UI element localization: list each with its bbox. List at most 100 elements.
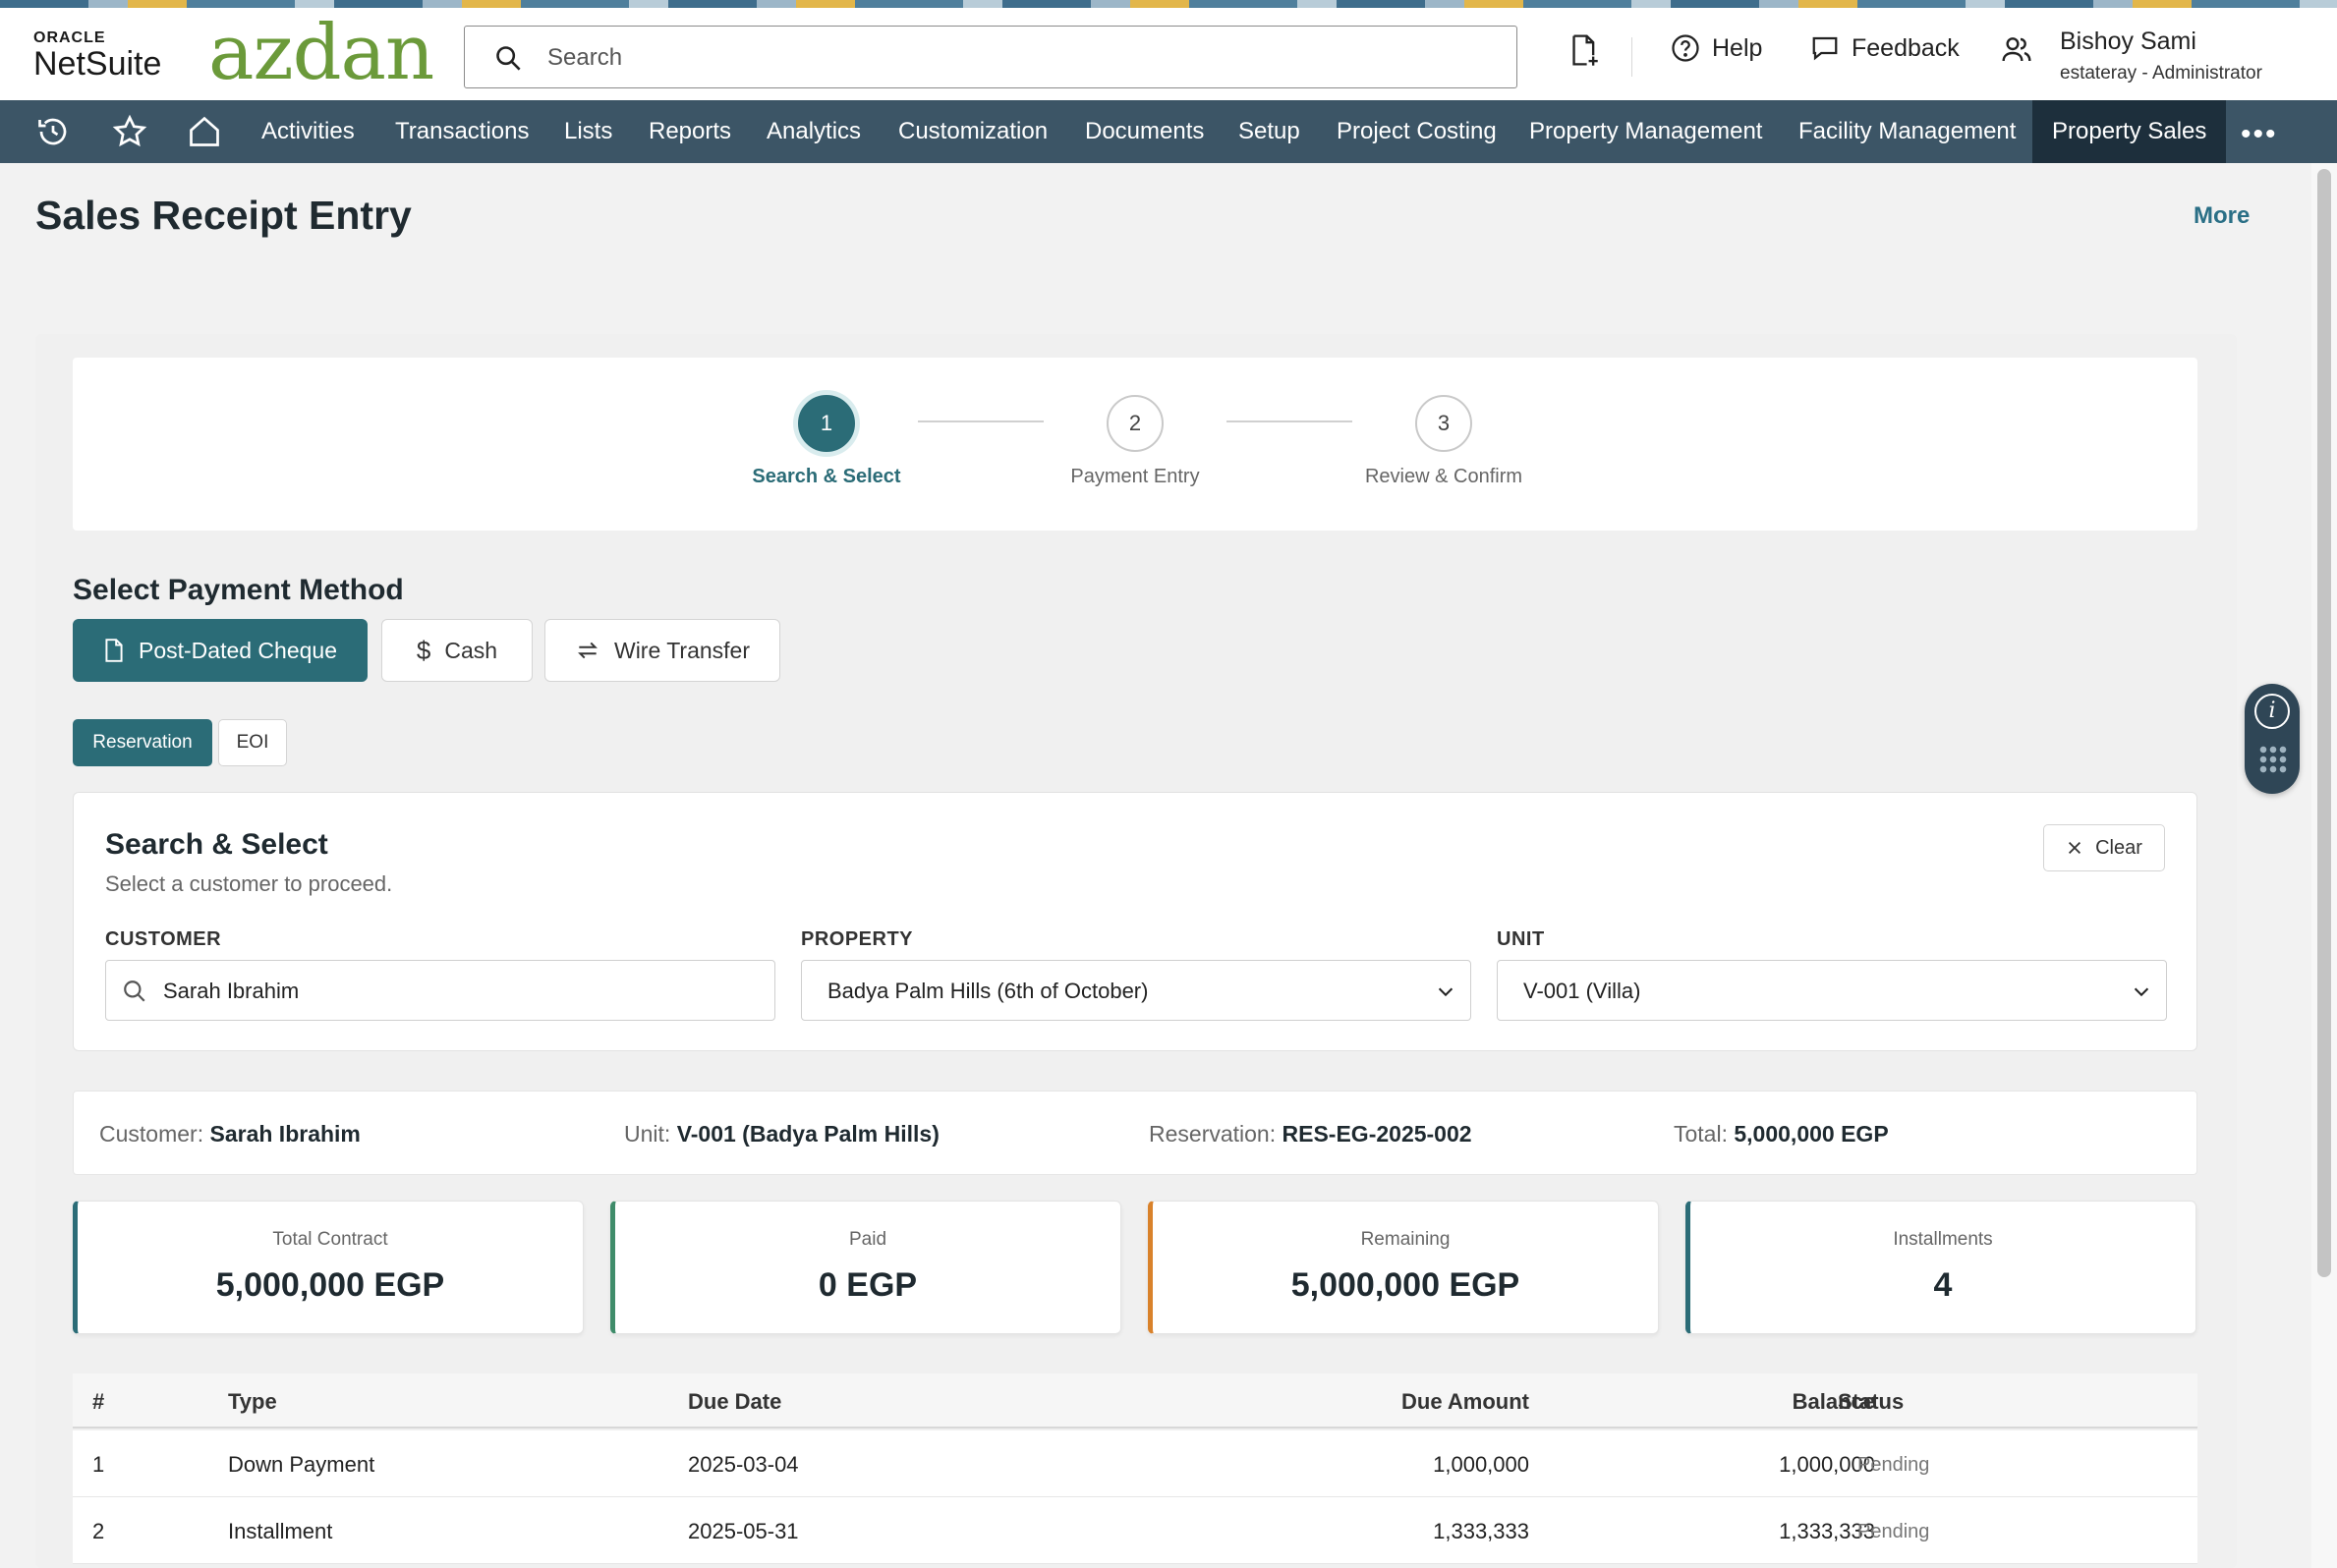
nav-setup[interactable]: Setup	[1234, 100, 1304, 163]
cell-due-date: 2025-05-31	[688, 1519, 799, 1543]
search-card-subtitle: Select a customer to proceed.	[105, 871, 393, 896]
page-title: Sales Receipt Entry	[35, 193, 412, 238]
scrollbar-thumb[interactable]	[2317, 169, 2331, 1277]
nav-more-menu[interactable]: •••	[2241, 118, 2278, 151]
main-navigation: Activities Transactions Lists Reports An…	[0, 100, 2337, 163]
step-3-indicator[interactable]: 3	[1415, 395, 1472, 452]
help-widget[interactable]: i	[2245, 684, 2300, 794]
user-name[interactable]: Bishoy Sami	[2060, 28, 2196, 56]
top-accent-stripe	[0, 0, 2337, 8]
cell-number: 2	[92, 1519, 105, 1543]
wire-transfer-button[interactable]: Wire Transfer	[544, 619, 780, 682]
reservation-summary-bar: Customer: Sarah Ibrahim Unit: V-001 (Bad…	[73, 1091, 2197, 1175]
feedback-label: Feedback	[1852, 33, 1960, 62]
nav-documents[interactable]: Documents	[1081, 100, 1208, 163]
chevron-down-icon	[2134, 987, 2149, 997]
stat-label: Installments	[1893, 1229, 1993, 1250]
nav-lists[interactable]: Lists	[560, 100, 616, 163]
status-badge: Pending	[1857, 1454, 1930, 1476]
summary-customer-key: Customer:	[99, 1121, 204, 1147]
customer-field-value: Sarah Ibrahim	[163, 979, 300, 1003]
global-header: ORACLE NetSuite azdan Search Help Feedba…	[0, 8, 2337, 100]
cell-due-amount: 1,000,000	[1433, 1452, 1529, 1477]
page-scrollbar[interactable]	[2311, 163, 2337, 1568]
stat-label: Remaining	[1360, 1229, 1451, 1250]
step-1-indicator[interactable]: 1	[798, 395, 855, 452]
nav-property-sales[interactable]: Property Sales	[2032, 100, 2227, 163]
step-connector	[918, 420, 1044, 422]
property-select-value: Badya Palm Hills (6th of October)	[827, 979, 1149, 1003]
tab-eoi[interactable]: EOI	[218, 719, 287, 766]
nav-property-management[interactable]: Property Management	[1525, 100, 1766, 163]
wire-transfer-label: Wire Transfer	[613, 637, 751, 663]
unit-select[interactable]: V-001 (Villa)	[1497, 960, 2167, 1021]
stat-card-remaining: Remaining 5,000,000 EGP	[1148, 1201, 1659, 1334]
home-icon[interactable]	[187, 114, 222, 149]
customer-search-field[interactable]: Sarah Ibrahim	[105, 960, 775, 1021]
user-role[interactable]: estateray - Administrator	[2060, 63, 2262, 84]
summary-reservation-key: Reservation:	[1149, 1121, 1277, 1147]
global-search-input[interactable]: Search	[464, 26, 1517, 88]
post-dated-cheque-button[interactable]: Post-Dated Cheque	[73, 619, 368, 682]
nav-analytics[interactable]: Analytics	[763, 100, 865, 163]
chevron-down-icon	[1438, 987, 1454, 997]
search-placeholder: Search	[547, 44, 623, 71]
nav-project-costing[interactable]: Project Costing	[1333, 100, 1501, 163]
nav-activities[interactable]: Activities	[257, 100, 359, 163]
drag-handle-icon[interactable]	[2258, 745, 2288, 774]
payment-method-heading: Select Payment Method	[73, 574, 404, 606]
stat-label: Total Contract	[272, 1229, 388, 1250]
cell-due-date: 2025-03-04	[688, 1452, 799, 1477]
transfer-arrows-icon	[578, 642, 598, 659]
cell-type: Installment	[228, 1519, 333, 1543]
column-header-number: #	[92, 1389, 105, 1414]
nav-facility-management[interactable]: Facility Management	[1795, 100, 2020, 163]
help-label: Help	[1712, 33, 1763, 62]
clear-button[interactable]: Clear	[2043, 824, 2165, 871]
table-row[interactable]: 2 Installment 2025-05-31 1,333,333 1,333…	[73, 1497, 2197, 1564]
feedback-icon	[1812, 36, 1838, 61]
table-header: # Type Due Date Due Amount Balance Statu…	[73, 1373, 2197, 1428]
company-logo[interactable]: azdan	[208, 14, 434, 92]
document-icon	[105, 639, 123, 662]
summary-unit: Unit: V-001 (Badya Palm Hills)	[624, 1121, 940, 1148]
stat-card-installments: Installments 4	[1685, 1201, 2196, 1334]
step-2-indicator[interactable]: 2	[1107, 395, 1164, 452]
favorites-star-icon[interactable]	[112, 114, 147, 149]
cash-button[interactable]: $ Cash	[381, 619, 533, 682]
property-field-label: PROPERTY	[801, 928, 914, 950]
cell-due-amount: 1,333,333	[1433, 1519, 1529, 1543]
stat-card-total-contract: Total Contract 5,000,000 EGP	[73, 1201, 584, 1334]
info-icon[interactable]: i	[2254, 694, 2290, 729]
recent-history-icon[interactable]	[35, 114, 71, 149]
step-2-label: Payment Entry	[1070, 466, 1200, 487]
customer-field-label: CUSTOMER	[105, 928, 222, 950]
help-button[interactable]: Help	[1671, 33, 1762, 63]
stat-value: 4	[1933, 1266, 1953, 1304]
tab-reservation[interactable]: Reservation	[73, 719, 212, 766]
step-connector	[1226, 420, 1352, 422]
search-select-card: Search & Select Select a customer to pro…	[73, 792, 2197, 1051]
column-header-type: Type	[228, 1389, 277, 1414]
stat-value: 5,000,000 EGP	[215, 1266, 445, 1304]
stat-label: Paid	[848, 1229, 887, 1250]
stat-value: 5,000,000 EGP	[1290, 1266, 1520, 1304]
more-actions-link[interactable]: More	[2194, 202, 2250, 230]
nav-transactions[interactable]: Transactions	[391, 100, 534, 163]
netsuite-logo[interactable]: ORACLE NetSuite	[33, 29, 161, 84]
step-3-label: Review & Confirm	[1364, 466, 1523, 487]
feedback-button[interactable]: Feedback	[1810, 33, 1960, 63]
summary-customer: Customer: Sarah Ibrahim	[99, 1121, 361, 1148]
summary-reservation-value: RES-EG-2025-002	[1282, 1121, 1472, 1147]
recent-records-button[interactable]	[1568, 33, 1600, 67]
user-menu-button[interactable]	[2001, 33, 2032, 65]
close-icon	[2069, 841, 2081, 855]
nav-reports[interactable]: Reports	[645, 100, 735, 163]
summary-reservation: Reservation: RES-EG-2025-002	[1149, 1121, 1472, 1148]
cell-number: 1	[92, 1452, 105, 1477]
unit-field-label: UNIT	[1497, 928, 1545, 950]
summary-total-value: 5,000,000 EGP	[1734, 1121, 1889, 1147]
property-select[interactable]: Badya Palm Hills (6th of October)	[801, 960, 1471, 1021]
nav-customization[interactable]: Customization	[894, 100, 1052, 163]
table-row[interactable]: 1 Down Payment 2025-03-04 1,000,000 1,00…	[73, 1430, 2197, 1497]
